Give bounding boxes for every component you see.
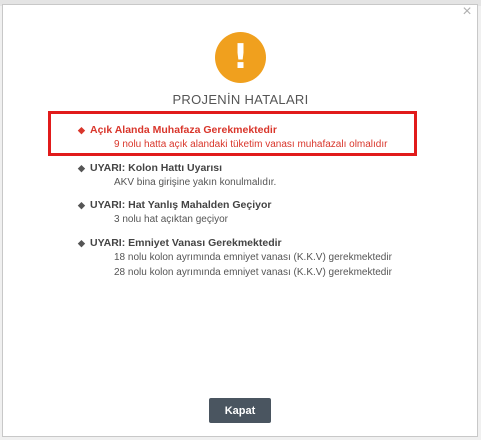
diamond-icon: ◆	[78, 238, 85, 248]
issue-item: ◆ UYARI: Kolon Hattı Uyarısı AKV bina gir…	[78, 162, 276, 190]
diamond-icon: ◆	[78, 200, 85, 210]
warning-icon: !	[215, 32, 266, 83]
issue-heading: ◆ UYARI: Kolon Hattı Uyarısı	[78, 162, 276, 175]
issue-item: ◆ Açık Alanda Muhafaza Gerekmektedir 9 no…	[78, 124, 387, 152]
issue-heading-text: Açık Alanda Muhafaza Gerekmektedir	[90, 124, 277, 136]
issue-detail: 9 nolu hatta açık alandaki tüketim vanas…	[114, 139, 388, 150]
exclamation-icon: !	[232, 37, 249, 77]
issue-item: ◆ UYARI: Emniyet Vanası Gerekmektedir 18 …	[78, 237, 392, 280]
close-button[interactable]: Kapat	[209, 398, 271, 423]
issue-heading: ◆ UYARI: Emniyet Vanası Gerekmektedir	[78, 237, 392, 250]
issue-heading-text: UYARI: Kolon Hattı Uyarısı	[90, 162, 223, 174]
issue-detail: 28 nolu kolon ayrımında emniyet vanası (…	[114, 267, 392, 278]
issue-detail: 18 nolu kolon ayrımında emniyet vanası (…	[114, 252, 392, 263]
issue-heading: ◆ Açık Alanda Muhafaza Gerekmektedir	[78, 124, 387, 137]
diamond-icon: ◆	[78, 163, 85, 173]
issue-detail: AKV bina girişine yakın konulmalıdır.	[114, 177, 277, 188]
issue-heading-text: UYARI: Emniyet Vanası Gerekmektedir	[90, 237, 282, 249]
diamond-icon: ◆	[78, 125, 85, 135]
issue-detail: 3 nolu hat açıktan geçiyor	[114, 214, 228, 225]
issue-heading: ◆ UYARI: Hat Yanlış Mahalden Geçiyor	[78, 199, 271, 212]
issue-item: ◆ UYARI: Hat Yanlış Mahalden Geçiyor 3 no…	[78, 199, 271, 227]
close-icon[interactable]: ×	[459, 4, 475, 20]
dialog-title: PROJENİN HATALARI	[172, 92, 309, 107]
issue-heading-text: UYARI: Hat Yanlış Mahalden Geçiyor	[90, 199, 272, 211]
